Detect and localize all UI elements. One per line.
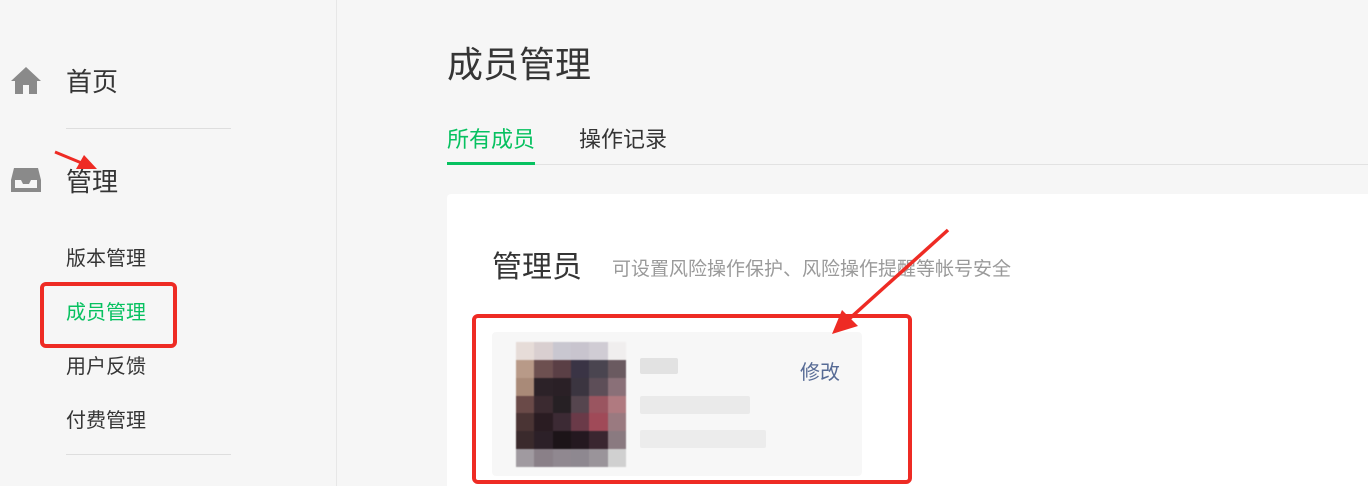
sidebar-item-feedback[interactable]: 用户反馈 [66, 350, 146, 379]
page-title: 成员管理 [447, 45, 592, 86]
nav-home-label: 首页 [66, 67, 119, 98]
annotation-box-sidebar [40, 282, 177, 348]
sidebar-divider [66, 128, 231, 129]
sidebar-item-version[interactable]: 版本管理 [66, 242, 146, 271]
sidebar-divider [66, 454, 231, 455]
home-icon [10, 64, 42, 96]
sidebar: 首页 管理 版本管理 成员管理 用户反馈 付费管理 [0, 0, 337, 486]
nav-manage[interactable]: 管理 [10, 158, 118, 202]
annotation-box-member [472, 314, 912, 484]
nav-home[interactable]: 首页 [10, 58, 118, 102]
tab-all-members[interactable]: 所有成员 [447, 122, 536, 165]
sidebar-item-billing[interactable]: 付费管理 [66, 404, 146, 433]
inbox-icon [10, 164, 42, 196]
tab-operation-log[interactable]: 操作记录 [579, 122, 667, 162]
tab-bar: 所有成员 操作记录 [447, 122, 1368, 165]
section-title: 管理员 [492, 250, 582, 285]
nav-manage-label: 管理 [66, 167, 119, 198]
section-description: 可设置风险操作保护、风险操作提醒等帐号安全 [612, 258, 1012, 280]
